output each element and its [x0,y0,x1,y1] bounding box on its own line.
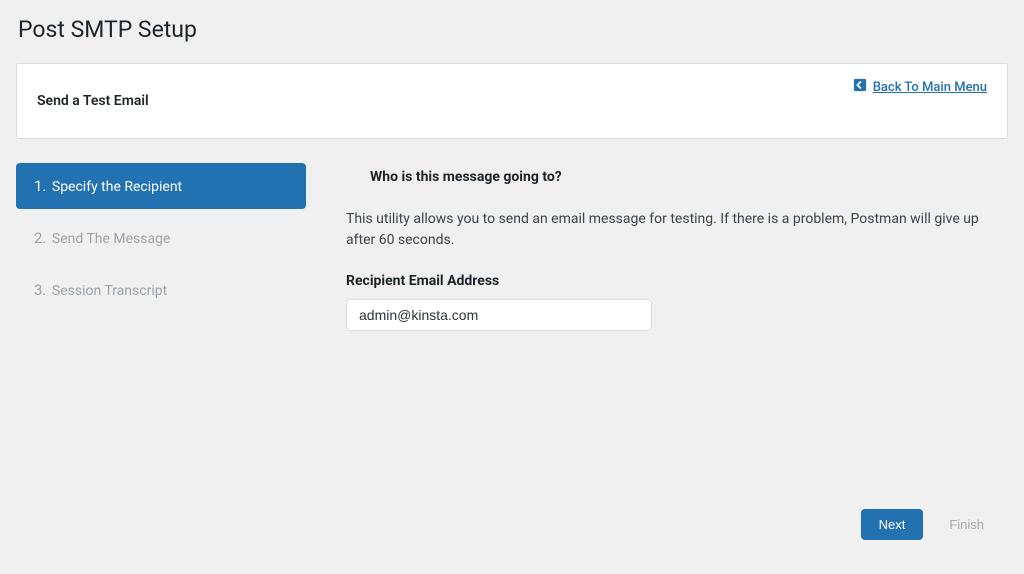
step-send-message[interactable]: 2. Send The Message [16,215,306,261]
content-heading: Who is this message going to? [346,169,988,185]
page-title: Post SMTP Setup [16,16,1008,43]
step-label: Session Transcript [52,283,167,299]
step-number: 1. [34,177,46,195]
recipient-email-label: Recipient Email Address [346,273,988,289]
back-arrow-icon [853,78,867,96]
header-panel-title: Send a Test Email [37,93,149,109]
next-button[interactable]: Next [861,509,924,540]
step-specify-recipient[interactable]: 1. Specify the Recipient [16,163,306,209]
step-session-transcript[interactable]: 3. Session Transcript [16,267,306,313]
wizard-content: Who is this message going to? This utili… [346,163,1008,331]
step-label: Specify the Recipient [52,179,182,195]
step-label: Send The Message [52,231,171,247]
step-number: 2. [34,229,46,247]
recipient-email-input[interactable] [346,299,652,331]
finish-button: Finish [949,517,984,532]
content-description: This utility allows you to send an email… [346,209,988,251]
wizard-steps-sidebar: 1. Specify the Recipient 2. Send The Mes… [16,163,306,331]
step-number: 3. [34,281,46,299]
wizard-footer-buttons: Next Finish [861,509,984,540]
back-link-text[interactable]: Back To Main Menu [873,80,987,95]
header-panel: Send a Test Email Back To Main Menu [16,63,1008,139]
back-to-main-link[interactable]: Back To Main Menu [853,78,987,96]
